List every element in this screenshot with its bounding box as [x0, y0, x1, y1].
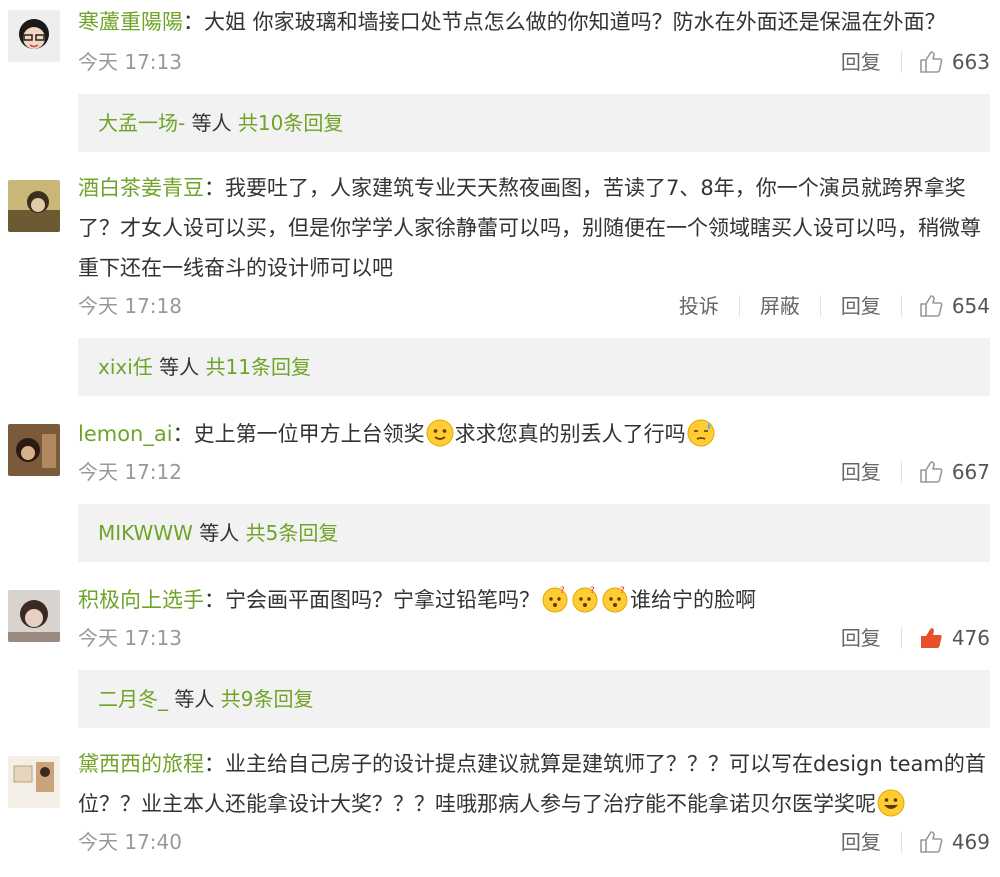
thumbs-up-filled-icon: [918, 625, 944, 651]
like-count: 663: [951, 50, 990, 74]
avatar[interactable]: [8, 424, 60, 476]
svg-text:?: ?: [590, 586, 595, 596]
doubt-emoji-icon: ?: [570, 584, 600, 614]
comment-body: 业主给自己房子的设计提点建议就算是建筑师了？？？可以写在design team的…: [225, 752, 986, 776]
comment-time: 今天 17:18: [78, 294, 182, 318]
sweat-emoji-icon: [686, 418, 716, 448]
reply-summary[interactable]: xixi任 等人 共11条回复: [78, 338, 990, 396]
like-button[interactable]: 667: [902, 452, 990, 492]
like-count: 667: [951, 460, 990, 484]
comment-body: 大姐 你家玻璃和墙接口处节点怎么做的你知道吗？防水在外面还是保温在外面？: [204, 10, 946, 34]
comment-text: lemon_ai：史上第一位甲方上台领奖 求求您真的别丢人了行吗: [78, 414, 990, 454]
like-count: 654: [951, 294, 990, 318]
doubt-emoji-icon: ?: [540, 584, 570, 614]
comment-username[interactable]: lemon_ai: [78, 422, 173, 446]
avatar[interactable]: [8, 180, 60, 232]
comment-body: 求求您真的别丢人了行吗: [454, 422, 686, 446]
reply-button[interactable]: 回复: [821, 831, 902, 853]
comment-feed: 寒蘆重陽陽：大姐 你家玻璃和墙接口处节点怎么做的你知道吗？防水在外面还是保温在外…: [0, 0, 1000, 877]
reply-button[interactable]: 回复: [821, 295, 902, 317]
comment-time: 今天 17:13: [78, 626, 182, 650]
thumbs-up-icon: [918, 49, 944, 75]
doubt-emoji-icon: ?: [600, 584, 630, 614]
grin-emoji-icon: [876, 788, 906, 818]
comment-text: 寒蘆重陽陽：大姐 你家玻璃和墙接口处节点怎么做的你知道吗？防水在外面还是保温在外…: [78, 10, 946, 34]
comment-body: 位？？业主本人还能拿设计大奖？？？哇哦那病人参与了治疗能不能拿诺贝尔医学奖呢: [78, 792, 876, 816]
reply-count[interactable]: 共5条回复: [246, 521, 339, 545]
like-button[interactable]: 663: [902, 42, 990, 82]
smile-emoji-icon: [425, 418, 455, 448]
reply-summary[interactable]: MIKWWW 等人 共5条回复: [78, 504, 990, 562]
comment-body: 史上第一位甲方上台领奖: [193, 422, 425, 446]
comment-text: 酒白茶姜青豆：我要吐了，人家建筑专业天天熬夜画图，苦读了7、8年，你一个演员就跨…: [78, 168, 990, 288]
comment-meta: 今天 17:13 回复 476: [78, 618, 990, 658]
avatar[interactable]: [8, 10, 60, 62]
comment-body: 谁给宁的脸啊: [630, 588, 756, 612]
svg-text:?: ?: [620, 586, 625, 596]
like-button[interactable]: 469: [902, 822, 990, 862]
reply-count[interactable]: 共9条回复: [221, 687, 314, 711]
comment-meta: 今天 17:18 投诉 屏蔽 回复 654: [78, 286, 990, 326]
reply-summary[interactable]: 大孟一场- 等人 共10条回复: [78, 94, 990, 152]
svg-text:?: ?: [560, 586, 565, 596]
comment-meta: 今天 17:13 回复 663: [78, 42, 990, 82]
comment-username[interactable]: 黛西西的旅程: [78, 752, 204, 776]
reply-button[interactable]: 回复: [821, 51, 902, 73]
reply-summary[interactable]: 二月冬_ 等人 共9条回复: [78, 670, 990, 728]
thumbs-up-icon: [918, 829, 944, 855]
reply-users[interactable]: xixi任: [98, 355, 153, 379]
like-button[interactable]: 476: [902, 618, 990, 658]
comment-body: 重下还在一线奋斗的设计师可以吧: [78, 256, 393, 280]
reply-count[interactable]: 共11条回复: [206, 355, 311, 379]
comment-text: 积极向上选手：宁会画平面图吗？宁拿过铅笔吗？??? 谁给宁的脸啊: [78, 584, 756, 614]
comment-meta: 今天 17:12 回复 667: [78, 452, 990, 492]
block-button[interactable]: 屏蔽: [740, 295, 821, 317]
comment-username[interactable]: 酒白茶姜青豆: [78, 176, 204, 200]
comment-meta: 今天 17:40 回复 469: [78, 822, 990, 862]
comment-time: 今天 17:13: [78, 50, 182, 74]
like-count: 469: [951, 830, 990, 854]
comment-username[interactable]: 积极向上选手: [78, 588, 204, 612]
comment-username[interactable]: 寒蘆重陽陽: [78, 10, 183, 34]
comment-text: 黛西西的旅程：业主给自己房子的设计提点建议就算是建筑师了？？？可以写在desig…: [78, 752, 986, 818]
reply-users[interactable]: 大孟一场-: [98, 111, 185, 135]
comment-body: 我要吐了，人家建筑专业天天熬夜画图，苦读了7、8年，你一个演员就跨界拿奖: [225, 176, 966, 200]
like-button[interactable]: 654: [902, 286, 990, 326]
avatar[interactable]: [8, 756, 60, 808]
reply-button[interactable]: 回复: [821, 461, 902, 483]
comment-time: 今天 17:12: [78, 460, 182, 484]
comment-time: 今天 17:40: [78, 830, 182, 854]
thumbs-up-icon: [918, 293, 944, 319]
reply-users[interactable]: 二月冬_: [98, 687, 168, 711]
comment-body: 宁会画平面图吗？宁拿过铅笔吗？: [225, 588, 540, 612]
avatar[interactable]: [8, 590, 60, 642]
reply-count[interactable]: 共10条回复: [238, 111, 343, 135]
reply-users[interactable]: MIKWWW: [98, 521, 193, 545]
report-button[interactable]: 投诉: [659, 295, 740, 317]
comment-body: 了？才女人设可以买，但是你学学人家徐静蕾可以吗，别随便在一个领域瞎买人设可以吗，…: [78, 216, 981, 240]
like-count: 476: [951, 626, 990, 650]
reply-button[interactable]: 回复: [821, 627, 902, 649]
thumbs-up-icon: [918, 459, 944, 485]
